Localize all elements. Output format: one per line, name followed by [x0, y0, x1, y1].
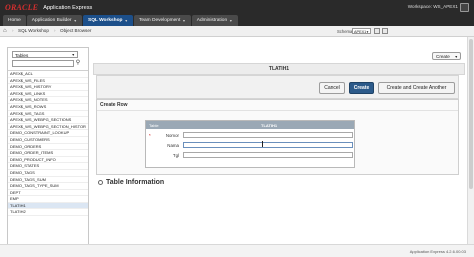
object-list-item[interactable]: APEX$_WS_LINKS: [8, 91, 88, 98]
object-list-item[interactable]: APEX$_WS_TAGS: [8, 111, 88, 118]
list-view-icon[interactable]: [382, 28, 388, 34]
tab-administration-label: Administration: [196, 18, 228, 23]
cancel-button[interactable]: Cancel: [319, 82, 345, 94]
chevron-down-icon: ▼: [454, 55, 458, 59]
object-type-value: Tables: [15, 53, 29, 58]
nomor-field[interactable]: [183, 132, 353, 138]
object-list-item[interactable]: APEX$_WS_FILES: [8, 78, 88, 85]
breadcrumb-separator: ›: [12, 28, 14, 33]
object-search-input[interactable]: [12, 60, 74, 67]
object-type-select[interactable]: Tables ▼: [12, 51, 78, 58]
object-list: APEX$_ACL APEX$_WS_FILES APEX$_WS_HISTORY A…: [8, 70, 88, 247]
tab-team-development[interactable]: Team Development ▼: [133, 15, 191, 26]
tab-team-development-label: Team Development: [138, 18, 181, 23]
object-title-bar: TLATIH1: [93, 63, 465, 75]
object-list-item[interactable]: DEMO_CUSTOMERS: [8, 137, 88, 144]
chevron-down-icon: ▼: [124, 18, 128, 23]
nama-field[interactable]: [183, 142, 353, 148]
main-content: Create ▼ TLATIH1 Cancel Create Create an…: [93, 47, 465, 242]
chevron-down-icon: ▼: [73, 18, 77, 23]
tab-application-builder[interactable]: Application Builder ▼: [26, 15, 82, 26]
tab-sql-workshop-label: SQL Workshop: [88, 18, 123, 23]
app-name: Application Express: [43, 4, 93, 11]
oracle-logo[interactable]: ORACLE Application Express: [5, 3, 92, 12]
object-title: TLATIH1: [268, 66, 290, 72]
tgl-field[interactable]: [183, 152, 353, 158]
chevron-down-icon: ▼: [366, 30, 369, 34]
create-menu-button[interactable]: Create ▼: [432, 52, 461, 60]
object-list-item[interactable]: APEX$_ACL: [8, 71, 88, 78]
chevron-down-icon: ▼: [229, 18, 233, 23]
header-bar: ORACLE Application Express Workspace: WS…: [0, 0, 474, 26]
page-scrollbar[interactable]: [467, 37, 474, 244]
actions-panel: Cancel Create Create and Create Another: [96, 75, 459, 99]
search-icon[interactable]: ⚲: [74, 59, 82, 67]
required-marker: *: [149, 133, 151, 138]
form-row-nomor: * Nomor: [146, 130, 354, 140]
breadcrumb: ⌂ › SQL Workshop › Object Browser Schema…: [0, 26, 474, 37]
breadcrumb-separator: ›: [54, 28, 56, 33]
object-list-item[interactable]: TLATIH1: [8, 202, 88, 210]
tab-application-builder-label: Application Builder: [31, 18, 72, 23]
breadcrumb-sql-workshop[interactable]: SQL Workshop: [18, 28, 49, 33]
object-list-item[interactable]: APEX$_WS_WEBPG_SECTIONS: [8, 117, 88, 124]
expand-icon: [98, 180, 103, 185]
schema-value: APEX1: [354, 30, 367, 34]
object-list-item[interactable]: APEX$_WS_NOTES: [8, 97, 88, 104]
field-label: Nama: [167, 143, 179, 148]
table-information-toggle[interactable]: Table Information: [98, 179, 164, 186]
object-list-item[interactable]: APEX$_WS_WEBPG_SECTION_HISTOR: [8, 124, 88, 131]
form-header-key: Table: [149, 122, 159, 128]
form-header: Table TLATIH1: [146, 121, 354, 129]
create-button[interactable]: Create: [349, 82, 374, 94]
object-list-item[interactable]: APEX$_WS_HISTORY: [8, 84, 88, 91]
object-list-item[interactable]: DEMO_TAGS_TYPE_SUM: [8, 183, 88, 190]
text-cursor-icon: [262, 141, 263, 147]
object-list-item[interactable]: DEMO_TAGS: [8, 170, 88, 177]
form-row-tgl: Tgl: [146, 150, 354, 160]
chevron-down-icon: ▼: [182, 18, 186, 23]
footer: Application Express 4.2.6.00.03: [0, 244, 474, 257]
main-nav-tabs: Home Application Builder ▼ SQL Workshop …: [3, 15, 238, 26]
grid-view-icon[interactable]: [374, 28, 380, 34]
region-divider: [97, 110, 458, 111]
tab-administration[interactable]: Administration ▼: [191, 15, 238, 26]
chevron-down-icon: ▼: [71, 53, 75, 57]
object-list-item[interactable]: TLATIH2: [8, 209, 88, 217]
tab-sql-workshop[interactable]: SQL Workshop ▼: [83, 15, 133, 26]
home-icon[interactable]: ⌂: [3, 28, 9, 34]
object-list-item[interactable]: DEPT: [8, 190, 88, 197]
form-row-nama: Nama: [146, 140, 354, 150]
field-label: Nomor: [165, 133, 179, 138]
schema-select[interactable]: APEX1 ▼: [352, 28, 371, 34]
user-menu-icon[interactable]: [460, 3, 469, 12]
object-list-item[interactable]: DEMO_STATES: [8, 163, 88, 170]
object-list-item[interactable]: DEMO_CONSTRAINT_LOOKUP: [8, 130, 88, 137]
breadcrumb-object-browser: Object Browser: [60, 28, 92, 33]
region-title: Create Row: [100, 102, 128, 108]
create-another-button[interactable]: Create and Create Another: [378, 82, 455, 94]
schema-label: Schema: [337, 29, 353, 34]
create-menu-label: Create: [436, 54, 450, 59]
object-list-item[interactable]: DEMO_TAGS_SUM: [8, 177, 88, 184]
form-header-value: TLATIH1: [261, 122, 278, 128]
version-text: Application Express 4.2.6.00.03: [409, 249, 466, 254]
brand-logo-text: ORACLE: [5, 3, 39, 12]
object-list-item[interactable]: EMP: [8, 196, 88, 203]
tab-home-label: Home: [8, 18, 21, 23]
object-list-item[interactable]: DEMO_PRODUCT_INFO: [8, 157, 88, 164]
table-information-heading: Table Information: [106, 179, 165, 186]
object-list-item[interactable]: APEX$_WS_ROWS: [8, 104, 88, 111]
workspace-label: Workspace: WS_APEX1: [407, 4, 458, 9]
create-row-form: Table TLATIH1 * Nomor Nama Tgl: [145, 120, 355, 168]
scroll-thumb[interactable]: [469, 39, 473, 189]
field-label: Tgl: [172, 153, 179, 158]
create-row-region: Create Row Table TLATIH1 * Nomor Nama Tg…: [96, 99, 459, 175]
object-list-item[interactable]: DEMO_ORDERS: [8, 144, 88, 151]
object-list-item[interactable]: DEMO_ORDER_ITEMS: [8, 150, 88, 157]
object-browser-panel: Tables ▼ ⚲ APEX$_ACL APEX$_WS_FILES APEX$_…: [7, 47, 89, 247]
tab-home[interactable]: Home: [3, 15, 26, 26]
